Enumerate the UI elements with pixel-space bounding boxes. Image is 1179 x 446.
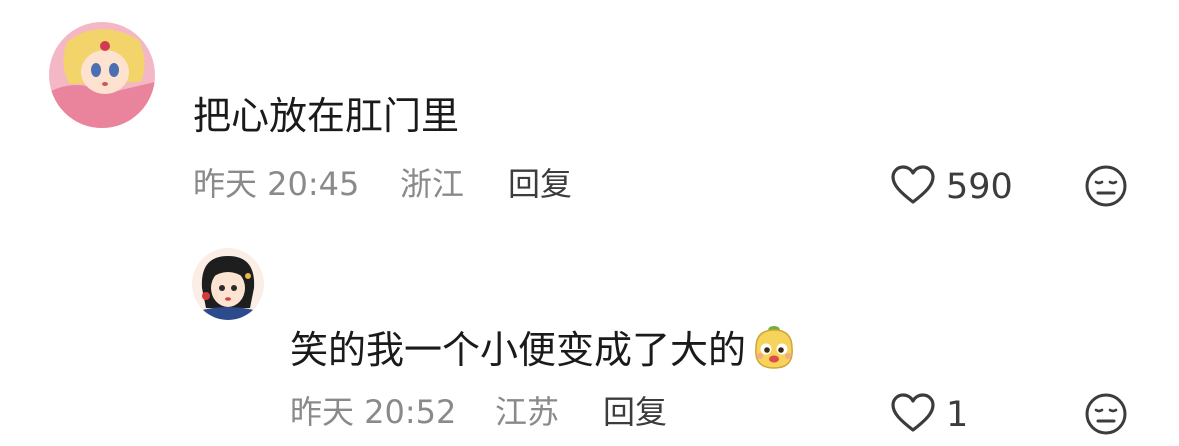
neutral-face-icon <box>1084 393 1128 440</box>
comment-time: 昨天 20:52 <box>290 393 457 431</box>
comment-text: 笑的我一个小便变成了大的 <box>290 322 798 378</box>
like-count: 1 <box>946 394 969 435</box>
heart-outline-icon <box>890 164 936 210</box>
dislike-button[interactable] <box>1084 392 1128 440</box>
comment-location: 江苏 <box>495 393 560 431</box>
comment-text-content: 笑的我一个小便变成了大的 <box>290 328 747 372</box>
neutral-face-icon <box>1084 165 1128 212</box>
dislike-button[interactable] <box>1084 164 1128 212</box>
like-count: 590 <box>946 166 1013 207</box>
sticker-emoji-icon <box>750 322 798 378</box>
avatar[interactable] <box>192 248 264 320</box>
like-button[interactable]: 1 <box>890 392 968 438</box>
avatar[interactable] <box>49 22 155 128</box>
comment-time: 昨天 20:45 <box>193 165 360 203</box>
like-button[interactable]: 590 <box>890 164 1013 210</box>
reply-button[interactable]: 回复 <box>603 396 667 428</box>
heart-outline-icon <box>890 392 936 438</box>
comment-text: 把心放在肛门里 <box>193 94 460 138</box>
reply-button[interactable]: 回复 <box>508 168 572 200</box>
comment-location: 浙江 <box>400 165 465 203</box>
